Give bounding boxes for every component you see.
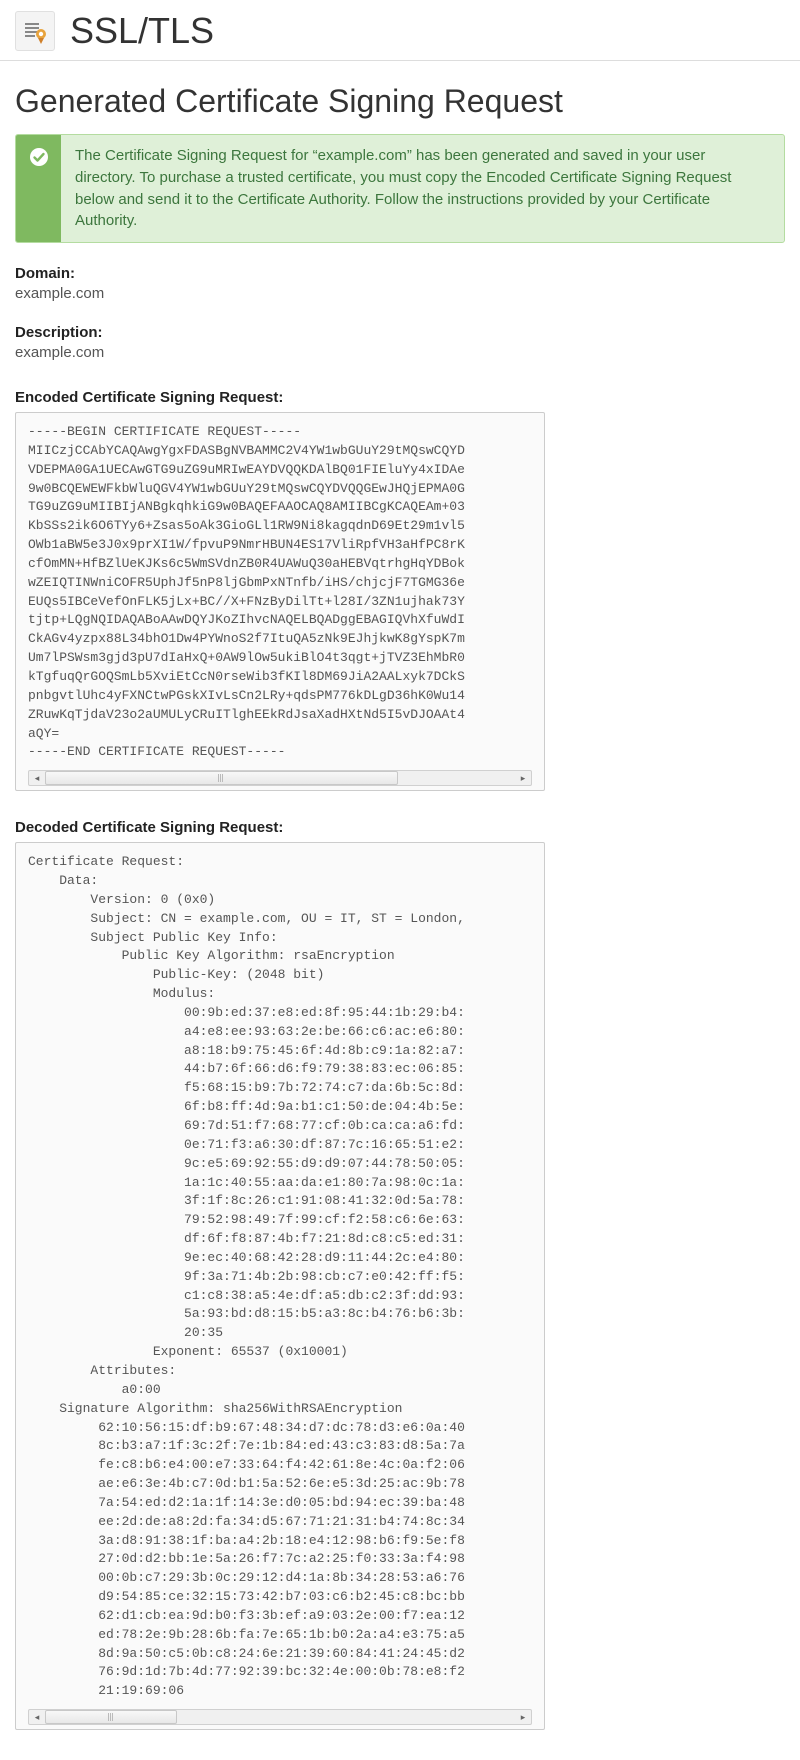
- description-value: example.com: [15, 344, 785, 361]
- scroll-left-arrow[interactable]: ◂: [29, 1710, 45, 1724]
- alert-message: The Certificate Signing Request for “exa…: [61, 135, 784, 242]
- subtitle: Generated Certificate Signing Request: [15, 83, 785, 120]
- content-area: Generated Certificate Signing Request Th…: [0, 61, 800, 1760]
- ssl-tls-icon: [15, 11, 55, 51]
- success-check-icon: [16, 135, 61, 242]
- decoded-csr-text[interactable]: Certificate Request: Data: Version: 0 (0…: [28, 853, 532, 1701]
- description-label: Description:: [15, 324, 785, 341]
- decoded-scrollbar[interactable]: ◂ ▸: [28, 1709, 532, 1725]
- scroll-right-arrow[interactable]: ▸: [515, 1710, 531, 1724]
- encoded-csr-box[interactable]: -----BEGIN CERTIFICATE REQUEST----- MIIC…: [15, 412, 545, 791]
- encoded-csr-text[interactable]: -----BEGIN CERTIFICATE REQUEST----- MIIC…: [28, 423, 532, 762]
- domain-value: example.com: [15, 285, 785, 302]
- encoded-scrollbar[interactable]: ◂ ▸: [28, 770, 532, 786]
- scroll-left-arrow[interactable]: ◂: [29, 771, 45, 785]
- encoded-csr-label: Encoded Certificate Signing Request:: [15, 389, 785, 406]
- page-header: SSL/TLS: [0, 0, 800, 61]
- success-alert: The Certificate Signing Request for “exa…: [15, 134, 785, 243]
- page-title: SSL/TLS: [70, 10, 214, 52]
- decoded-csr-label: Decoded Certificate Signing Request:: [15, 819, 785, 836]
- scroll-right-arrow[interactable]: ▸: [515, 771, 531, 785]
- decoded-csr-box[interactable]: Certificate Request: Data: Version: 0 (0…: [15, 842, 545, 1730]
- domain-label: Domain:: [15, 265, 785, 282]
